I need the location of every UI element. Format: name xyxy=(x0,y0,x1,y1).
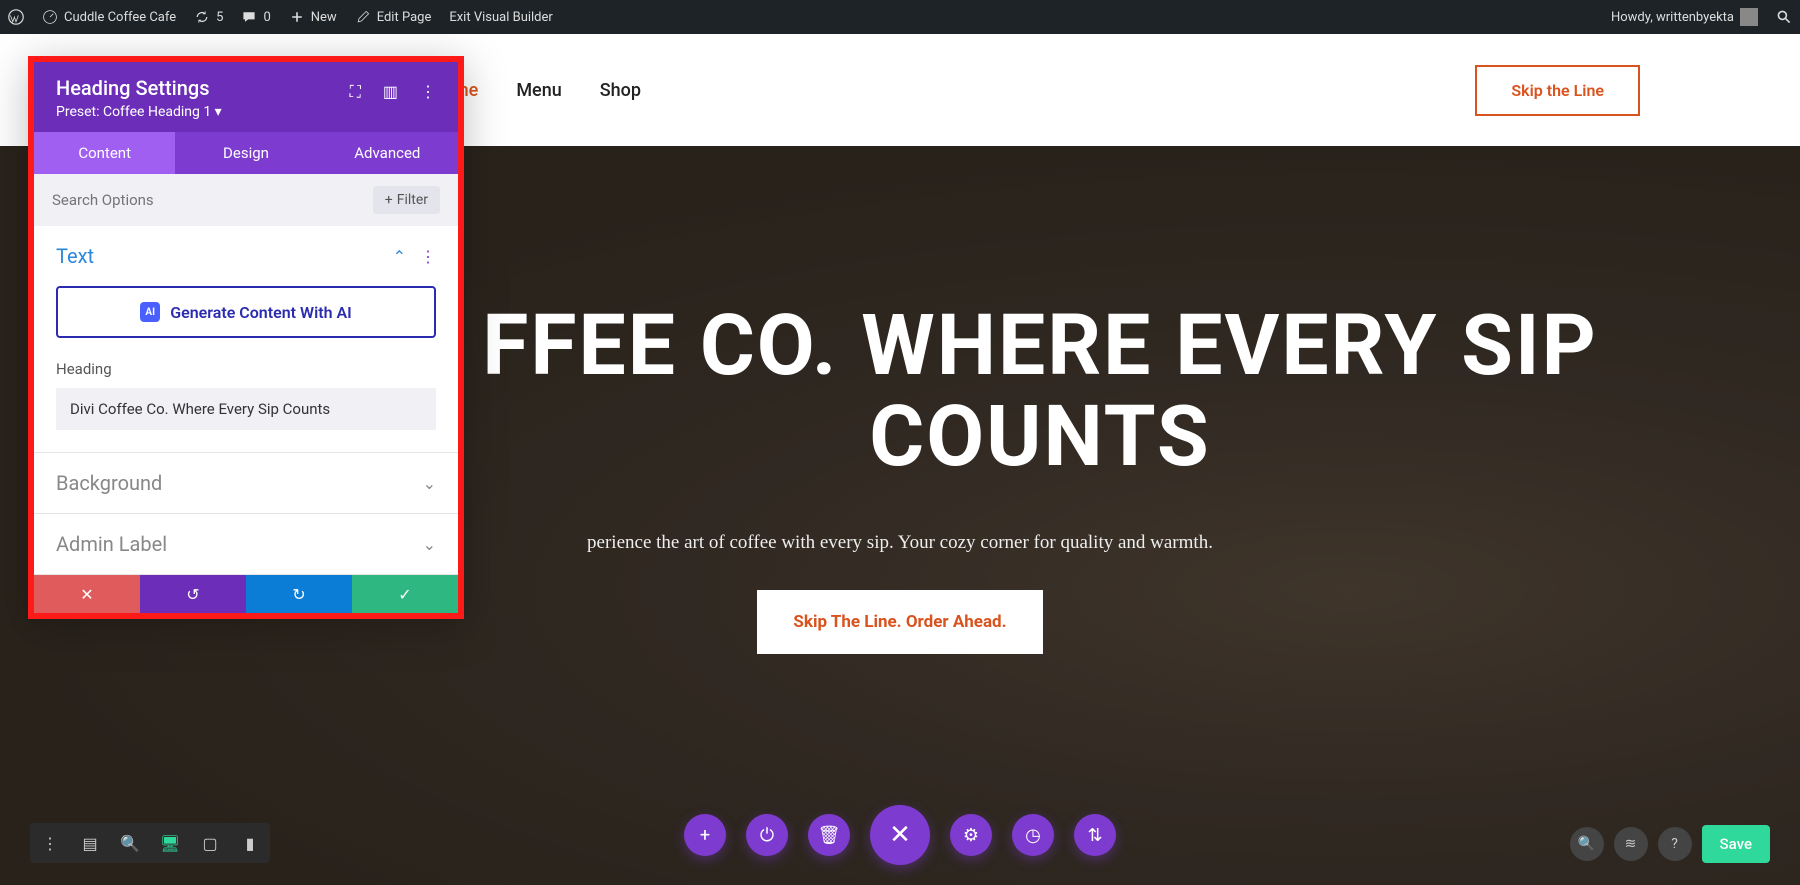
panel-search-row: +Filter xyxy=(34,174,458,226)
edit-page-link[interactable]: Edit Page xyxy=(355,9,432,25)
wp-admin-bar: Cuddle Coffee Cafe 5 0 New Edit Page Exi… xyxy=(0,0,1800,34)
section-text: Text ⌃⋮ AI Generate Content With AI Head… xyxy=(34,226,458,453)
kebab-icon[interactable]: ⋮ xyxy=(420,82,436,102)
chevron-down-icon: ⌄ xyxy=(423,474,436,493)
chevron-up-icon: ⌃ xyxy=(393,247,406,266)
sort-button[interactable]: ⇅ xyxy=(1074,814,1116,856)
save-button[interactable]: Save xyxy=(1702,825,1770,863)
tab-design[interactable]: Design xyxy=(175,132,316,174)
tab-content[interactable]: Content xyxy=(34,132,175,174)
ai-icon: AI xyxy=(140,302,160,322)
hero-heading[interactable]: FFEE CO. WHERE EVERY SIP COUNTS xyxy=(440,301,1640,482)
section-background-head[interactable]: Background ⌄ xyxy=(34,453,458,513)
hero-cta-button[interactable]: Skip The Line. Order Ahead. xyxy=(757,590,1042,654)
kebab-icon[interactable]: ⋮ xyxy=(420,247,436,266)
heading-field-label: Heading xyxy=(56,360,436,378)
redo-button[interactable]: ↻ xyxy=(246,575,352,613)
confirm-button[interactable]: ✓ xyxy=(352,575,458,613)
zoom-icon[interactable]: 🔍 xyxy=(110,823,150,863)
power-button[interactable]: ⏻ xyxy=(746,814,788,856)
plus-icon xyxy=(289,9,305,25)
help-icon[interactable]: ? xyxy=(1658,827,1692,861)
heading-field-input[interactable] xyxy=(56,388,436,430)
nav-menu[interactable]: Menu xyxy=(516,80,561,101)
generate-ai-button[interactable]: AI Generate Content With AI xyxy=(56,286,436,338)
tablet-icon[interactable]: ▢ xyxy=(190,823,230,863)
refresh-icon xyxy=(194,9,210,25)
builder-toolbar-left: ⋮ ▤ 🔍 🖥 ▢ ▮ xyxy=(30,823,270,863)
comments-link[interactable]: 0 xyxy=(241,9,270,25)
kebab-icon[interactable]: ⋮ xyxy=(30,823,70,863)
panel-footer: ✕ ↺ ↻ ✓ xyxy=(34,575,458,613)
trash-button[interactable]: 🗑 xyxy=(808,814,850,856)
howdy-link[interactable]: Howdy, writtenbyekta xyxy=(1611,8,1758,26)
search-small-icon[interactable]: 🔍 xyxy=(1570,827,1604,861)
dashboard-icon xyxy=(42,9,58,25)
history-button[interactable]: ◷ xyxy=(1012,814,1054,856)
builder-toolbar-center: + ⏻ 🗑 ✕ ⚙ ◷ ⇅ xyxy=(684,805,1116,865)
close-builder-button[interactable]: ✕ xyxy=(870,805,930,865)
expand-icon[interactable]: ⛶ xyxy=(350,82,361,102)
plus-icon: + xyxy=(385,192,393,208)
exit-builder-link[interactable]: Exit Visual Builder xyxy=(449,10,552,25)
pencil-icon xyxy=(355,9,371,25)
wp-logo-icon[interactable] xyxy=(8,9,24,25)
cancel-button[interactable]: ✕ xyxy=(34,575,140,613)
search-icon[interactable] xyxy=(1776,9,1792,25)
mobile-icon[interactable]: ▮ xyxy=(230,823,270,863)
search-options-input[interactable] xyxy=(52,191,373,209)
heading-settings-panel: Heading Settings Preset: Coffee Heading … xyxy=(28,56,464,619)
layers-icon[interactable]: ≋ xyxy=(1614,827,1648,861)
section-admin-head[interactable]: Admin Label ⌄ xyxy=(34,514,458,574)
avatar xyxy=(1740,8,1758,26)
new-link[interactable]: New xyxy=(289,9,337,25)
filter-button[interactable]: +Filter xyxy=(373,186,440,214)
wireframe-icon[interactable]: ▤ xyxy=(70,823,110,863)
site-name-link[interactable]: Cuddle Coffee Cafe xyxy=(42,9,176,25)
section-background: Background ⌄ xyxy=(34,453,458,514)
settings-gear-button[interactable]: ⚙ xyxy=(950,814,992,856)
panel-tabs: Content Design Advanced xyxy=(34,132,458,174)
updates-link[interactable]: 5 xyxy=(194,9,223,25)
section-text-head[interactable]: Text ⌃⋮ xyxy=(34,226,458,286)
undo-button[interactable]: ↺ xyxy=(140,575,246,613)
chevron-down-icon: ⌄ xyxy=(423,535,436,554)
section-admin-label: Admin Label ⌄ xyxy=(34,514,458,575)
hero-subtitle: perience the art of coffee with every si… xyxy=(587,532,1213,554)
tab-advanced[interactable]: Advanced xyxy=(317,132,458,174)
desktop-icon[interactable]: 🖥 xyxy=(150,823,190,863)
builder-toolbar-right: 🔍 ≋ ? Save xyxy=(1570,825,1770,863)
comment-icon xyxy=(241,9,257,25)
add-button[interactable]: + xyxy=(684,814,726,856)
responsive-icon[interactable]: ▥ xyxy=(383,82,398,102)
skip-line-button[interactable]: Skip the Line xyxy=(1475,65,1640,116)
preset-dropdown[interactable]: Preset: Coffee Heading 1 ▾ xyxy=(56,104,436,120)
panel-header: Heading Settings Preset: Coffee Heading … xyxy=(34,62,458,132)
nav-shop[interactable]: Shop xyxy=(600,80,641,101)
